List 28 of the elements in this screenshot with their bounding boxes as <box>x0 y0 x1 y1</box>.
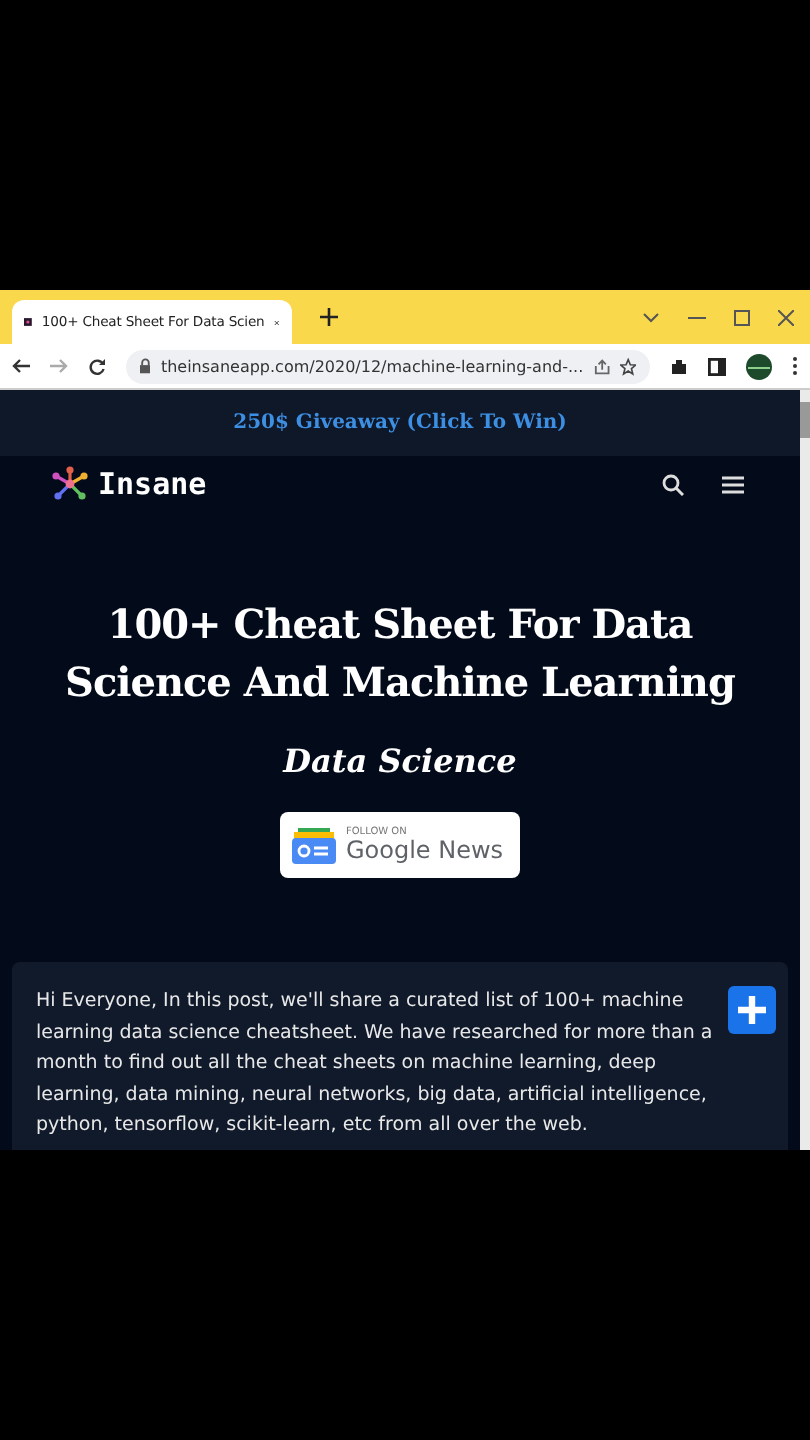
article-title: 100+ Cheat Sheet For Data Science And Machine Learning <box>63 598 737 710</box>
minimize-icon[interactable] <box>688 315 706 319</box>
site-logo[interactable]: Insane <box>98 466 207 502</box>
scrollbar[interactable] <box>800 390 810 1150</box>
menu-icon[interactable] <box>722 475 744 493</box>
share-icon[interactable] <box>593 357 610 375</box>
plus-button[interactable] <box>728 986 776 1034</box>
google-news-text: Google News <box>346 838 504 862</box>
back-icon[interactable] <box>12 358 30 374</box>
address-bar[interactable]: theinsaneapp.com/2020/12/machine-learning-and-... <box>126 349 650 383</box>
more-menu-icon[interactable] <box>792 356 798 376</box>
star-icon[interactable] <box>619 357 636 375</box>
maximize-icon[interactable] <box>734 309 750 325</box>
close-window-icon[interactable] <box>778 309 794 325</box>
chevron-down-icon[interactable] <box>642 311 660 323</box>
giveaway-link[interactable]: 250$ Giveaway (Click To Win) <box>233 412 567 434</box>
side-panel-icon[interactable] <box>708 357 726 375</box>
intro-paragraph: Hi Everyone, In this post, we'll share a curated list of 100+ machine learning data science cheatsheet. We have researched for more than a month to find out all the cheat sheets on machine learning, deep learning, data mining, neural networks, big data, artificial intelligence, python, tensorflow, scikit-learn, etc from all over the web. <box>36 988 715 1140</box>
search-icon[interactable] <box>662 473 684 495</box>
site-favicon-icon <box>24 312 32 332</box>
lock-icon <box>140 358 151 374</box>
url-text: theinsaneapp.com/2020/12/machine-learning-and-... <box>160 357 584 375</box>
new-tab-icon[interactable] <box>320 308 338 326</box>
category-label[interactable]: Data Science <box>283 742 517 780</box>
news-icon <box>292 827 336 863</box>
reload-icon[interactable] <box>88 357 106 375</box>
profile-avatar-icon[interactable] <box>746 353 772 379</box>
logo-icon <box>52 466 88 502</box>
